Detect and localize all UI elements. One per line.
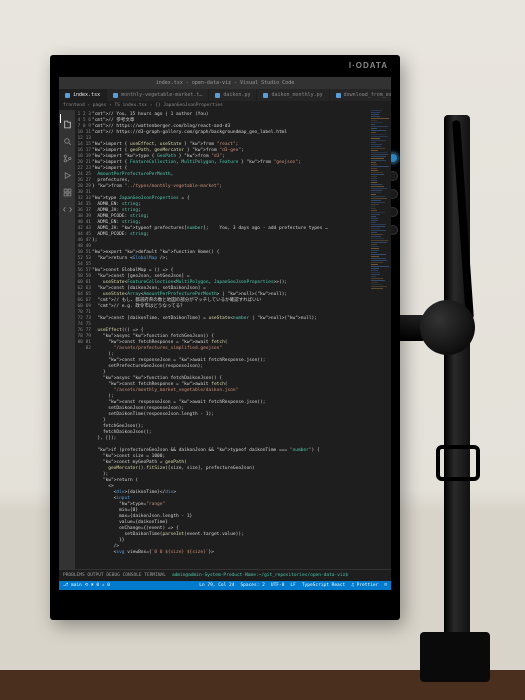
window-title: index.tsx - open-data-viz - Visual Studi… [156, 80, 294, 86]
tab-monthly-vegetable-market-t-[interactable]: monthly-vegetable-market.t… [107, 89, 209, 101]
remote-icon[interactable] [63, 199, 72, 208]
file-icon [336, 93, 341, 98]
line-number-gutter: 1 2 3 4 5 6 7 8 9 10 11 12 13 14 15 16 1… [75, 110, 93, 570]
status-item[interactable]: ♫ Prettier [351, 583, 378, 588]
desk-clamp [420, 632, 490, 682]
run-debug-icon[interactable] [63, 165, 72, 174]
tab-daikon-py[interactable]: daikon.py [209, 89, 257, 101]
monitor-brand-label: I·ODATA [349, 61, 388, 70]
status-item[interactable]: ☺ [384, 583, 387, 588]
panel-terminal[interactable]: PROBLEMS OUTPUT DEBUG CONSOLE TERMINAL a… [59, 569, 391, 581]
status-item[interactable]: ✖ 0 ⚠ 0 [91, 583, 110, 588]
status-item[interactable]: LF [290, 583, 295, 588]
status-item[interactable]: UTF-8 [271, 583, 285, 588]
monitor-arm-joint [420, 300, 475, 355]
terminal-prompt: admin@admin-System-Product-Name:~/git_re… [172, 573, 348, 578]
status-item[interactable]: ⟲ [84, 583, 88, 588]
file-icon [263, 93, 268, 98]
status-item[interactable]: TypeScript React [302, 583, 345, 588]
status-item[interactable]: Spaces: 2 [240, 583, 264, 588]
explorer-icon[interactable] [60, 114, 72, 123]
terminal-tabs[interactable]: PROBLEMS OUTPUT DEBUG CONSOLE TERMINAL [63, 573, 166, 578]
photo-scene: I·ODATA index.tsx - open-data-viz - Visu… [0, 0, 525, 700]
cable-clip [436, 445, 480, 481]
status-item[interactable]: ⎇ main [63, 583, 82, 588]
minimap[interactable] [371, 110, 391, 570]
tab-index-tsx[interactable]: index.tsx [59, 89, 107, 101]
file-icon [113, 93, 118, 98]
tab-download_from_estat-py[interactable]: download_from_estat.py [330, 89, 391, 101]
source-control-icon[interactable] [63, 148, 72, 157]
breadcrumb[interactable]: frontend › pages › TS index.tsx › {} Jap… [59, 101, 391, 110]
search-icon[interactable] [63, 131, 72, 140]
file-icon [65, 93, 70, 98]
status-bar[interactable]: ⎇ main ⟲ ✖ 0 ⚠ 0 Ln 79, Col 24 Spaces: 2… [59, 581, 391, 590]
status-item[interactable]: Ln 79, Col 24 [199, 583, 234, 588]
file-icon [215, 93, 220, 98]
vscode-window: index.tsx - open-data-viz - Visual Studi… [59, 77, 391, 590]
code-area[interactable]: "cmt">// You, 15 hours ago | 1 author (Y… [92, 110, 371, 570]
window-titlebar: index.tsx - open-data-viz - Visual Studi… [59, 77, 391, 89]
editor-tabs: index.tsxmonthly-vegetable-market.t…daik… [59, 89, 391, 101]
code-editor[interactable]: 1 2 3 4 5 6 7 8 9 10 11 12 13 14 15 16 1… [75, 110, 391, 570]
tab-daikon_monthly-py[interactable]: daikon_monthly.py [257, 89, 329, 101]
extensions-icon[interactable] [63, 182, 72, 191]
activity-bar [59, 110, 75, 570]
monitor: I·ODATA index.tsx - open-data-viz - Visu… [50, 55, 400, 620]
